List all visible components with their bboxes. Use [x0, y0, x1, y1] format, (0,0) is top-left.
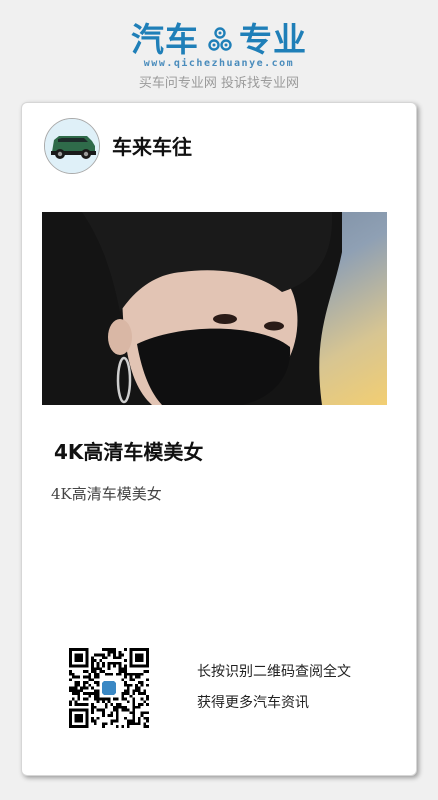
site-tagline: 买车问专业网 投诉找专业网: [138, 76, 300, 91]
logo-url: www.qichezhuanye.com: [143, 58, 295, 69]
article-share-card: 车来车往 4K高清车模美女 4K高清车模美女 长按识别二维码查阅全文 获得更多汽…: [21, 102, 417, 776]
avatar[interactable]: [44, 118, 100, 174]
cover-image[interactable]: [42, 212, 387, 405]
qr-hint-more-news: 获得更多汽车资讯: [197, 695, 309, 711]
logo-text-left: 汽车: [131, 20, 199, 59]
qr-code-image: [69, 648, 149, 728]
cover-photo: [42, 212, 387, 405]
article-title[interactable]: 4K高清车模美女: [54, 439, 203, 465]
account-name[interactable]: 车来车往: [112, 135, 192, 159]
car-icon: [45, 119, 99, 173]
site-logo[interactable]: 汽车 专业: [0, 20, 438, 60]
qr-code[interactable]: [69, 648, 149, 728]
article-summary: 4K高清车模美女: [51, 485, 162, 503]
logo-text-right: 专业: [239, 20, 307, 59]
site-header: 汽车 专业 www.qichezhuanye.com 买车问专业网 投诉找专业网: [0, 0, 438, 100]
gear-icon: [208, 27, 232, 51]
qr-hint-read-full: 长按识别二维码查阅全文: [197, 664, 351, 680]
